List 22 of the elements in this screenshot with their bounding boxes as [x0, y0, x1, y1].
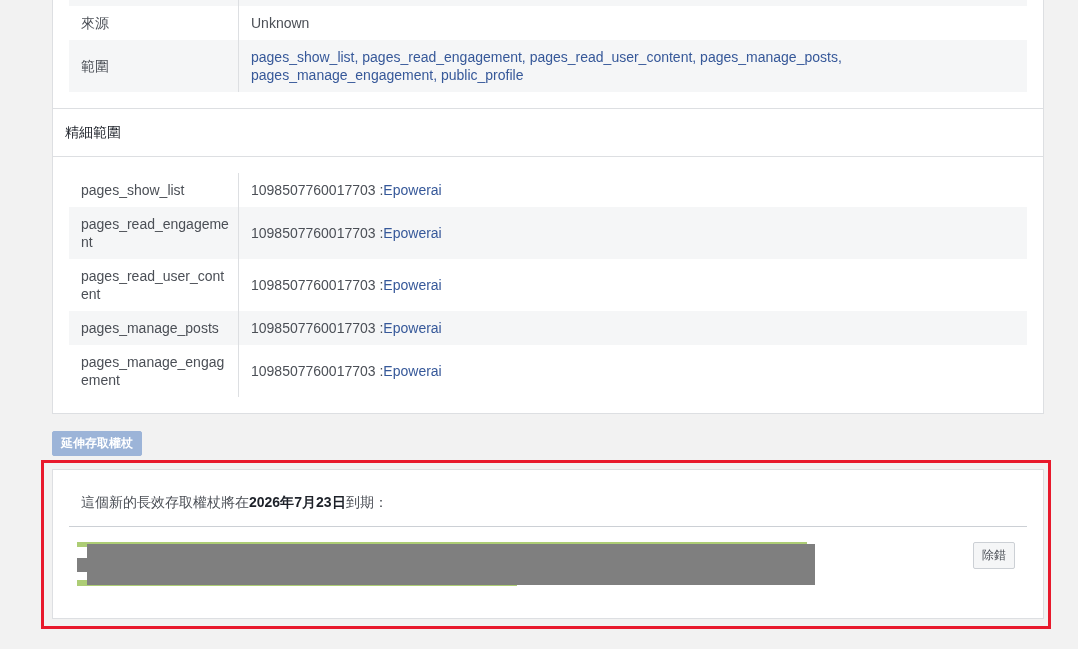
page-name: Epowerai [383, 276, 442, 294]
scope-name: pages_read_user_content [81, 267, 226, 303]
scope-list: pages_show_list, pages_read_engagement, pages_read_user_content, pages_manage_posts, pages_manage_engagement, public_profile [251, 48, 1015, 84]
field-label: 範圍 [81, 57, 109, 75]
scope-name: pages_show_list [81, 181, 185, 199]
page-name: Epowerai [383, 224, 442, 242]
scope-name: pages_read_engagement [81, 215, 230, 251]
page-name: Epowerai [383, 362, 442, 380]
expiry-message: 這個新的長效存取權杖將在2026年7月23日到期： [69, 494, 1027, 527]
debug-button[interactable]: 除錯 [973, 542, 1015, 569]
scope-name: pages_manage_engagement [81, 353, 226, 389]
field-label: 來源 [81, 14, 109, 32]
field-value: Unknown [251, 14, 310, 32]
page-id: 1098507760017703 : [251, 181, 384, 199]
section-title: 精細範圍 [53, 109, 1043, 157]
page-name: Epowerai [383, 319, 442, 337]
page-name: Epowerai [383, 181, 442, 199]
scope-name: pages_manage_posts [81, 319, 219, 337]
page-id: 1098507760017703 : [251, 319, 384, 337]
page-id: 1098507760017703 : [251, 276, 384, 294]
page-id: 1098507760017703 : [251, 362, 384, 380]
page-id: 1098507760017703 : [251, 224, 384, 242]
